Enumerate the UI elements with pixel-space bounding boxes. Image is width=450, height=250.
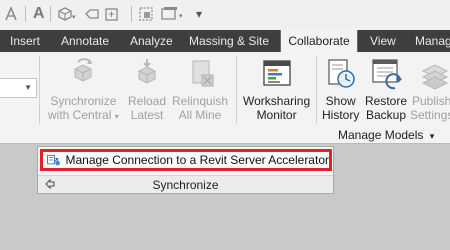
- thin-lines-icon[interactable]: [104, 4, 122, 24]
- reload-label-line1: Reload: [128, 94, 167, 108]
- tab-view[interactable]: View: [370, 30, 396, 52]
- synchronize-label-line2: with Central: [48, 108, 112, 122]
- relinquish-label-line1: Relinquish: [172, 94, 229, 108]
- panel-footer: Synchronize: [38, 175, 333, 193]
- chevron-down-icon: ▾: [114, 112, 119, 121]
- worksharing-label-line1: Worksharing: [243, 94, 311, 108]
- tab-insert[interactable]: Insert: [10, 30, 40, 52]
- tab-collaborate[interactable]: Collaborate: [280, 30, 358, 52]
- tab-analyze[interactable]: Analyze: [130, 30, 173, 52]
- manage-connection-label: Manage Connection to a Revit Server Acce…: [65, 153, 329, 167]
- manage-models-group-label[interactable]: Manage Models ▾: [338, 128, 434, 142]
- tab-annotate[interactable]: Annotate: [61, 30, 109, 52]
- 3d-view-icon[interactable]: ▾: [56, 4, 76, 24]
- backup-label-line2: Backup: [366, 108, 407, 122]
- tab-massing-site[interactable]: Massing & Site: [189, 30, 269, 52]
- worksharing-monitor-button[interactable]: Worksharing Monitor: [243, 56, 310, 122]
- chevron-down-icon: ▾: [429, 131, 435, 141]
- svg-text:▾: ▾: [72, 14, 76, 21]
- synchronize-slideout-panel: Manage Connection to a Revit Server Acce…: [37, 146, 334, 194]
- tag-icon[interactable]: [84, 4, 100, 24]
- type-selector-dropdown[interactable]: ▼: [0, 78, 37, 98]
- ribbon-tab-bar: Insert Annotate Analyze Massing & Site C…: [0, 30, 450, 52]
- reload-icon: [129, 56, 165, 92]
- sync-icon: [65, 56, 101, 92]
- synchronize-with-central-button[interactable]: Synchronize with Central ▾: [48, 56, 119, 124]
- worksharing-label-line2: Monitor: [256, 108, 297, 122]
- switch-windows-icon[interactable]: [138, 4, 156, 24]
- annotate-letter-icon[interactable]: A: [33, 4, 45, 24]
- reload-latest-button[interactable]: Reload Latest: [128, 56, 166, 122]
- relinquish-all-mine-button[interactable]: Relinquish All Mine: [172, 56, 228, 122]
- text-icon[interactable]: [4, 4, 18, 24]
- ribbon-panel: ▼ Synchronize with Central ▾ Reload Latest: [0, 52, 450, 144]
- history-icon: [323, 56, 359, 92]
- history-label-line1: Show: [325, 94, 356, 108]
- publish-icon: [414, 56, 450, 92]
- publish-settings-button[interactable]: Publish Settings: [410, 56, 450, 122]
- close-inactive-icon[interactable]: ▾: [160, 4, 186, 24]
- monitor-icon: [259, 56, 295, 92]
- manage-models-label: Manage Models: [338, 128, 424, 142]
- svg-text:▾: ▾: [179, 13, 183, 20]
- publish-label-line1: Publish: [412, 94, 450, 108]
- customize-toolbar-dropdown[interactable]: ▾: [196, 4, 202, 24]
- quick-access-toolbar: A ▾ ▾ ▾: [0, 0, 450, 30]
- backup-label-line1: Restore: [365, 94, 408, 108]
- restore-backup-button[interactable]: Restore Backup: [365, 56, 407, 122]
- panel-title: Synchronize: [152, 178, 219, 192]
- show-history-button[interactable]: Show History: [322, 56, 359, 122]
- relinquish-label-line2: All Mine: [178, 108, 222, 122]
- backup-icon: [368, 56, 404, 92]
- history-label-line2: History: [322, 108, 360, 122]
- chevron-down-icon: ▼: [24, 83, 32, 92]
- manage-connection-menu-item[interactable]: Manage Connection to a Revit Server Acce…: [40, 149, 332, 171]
- relinquish-icon: [182, 56, 218, 92]
- publish-label-line2: Settings: [410, 108, 450, 122]
- tab-manage[interactable]: Manag: [415, 30, 450, 52]
- synchronize-label-line1: Synchronize: [50, 94, 117, 108]
- reload-label-line2: Latest: [130, 108, 164, 122]
- server-connection-icon: [47, 154, 60, 166]
